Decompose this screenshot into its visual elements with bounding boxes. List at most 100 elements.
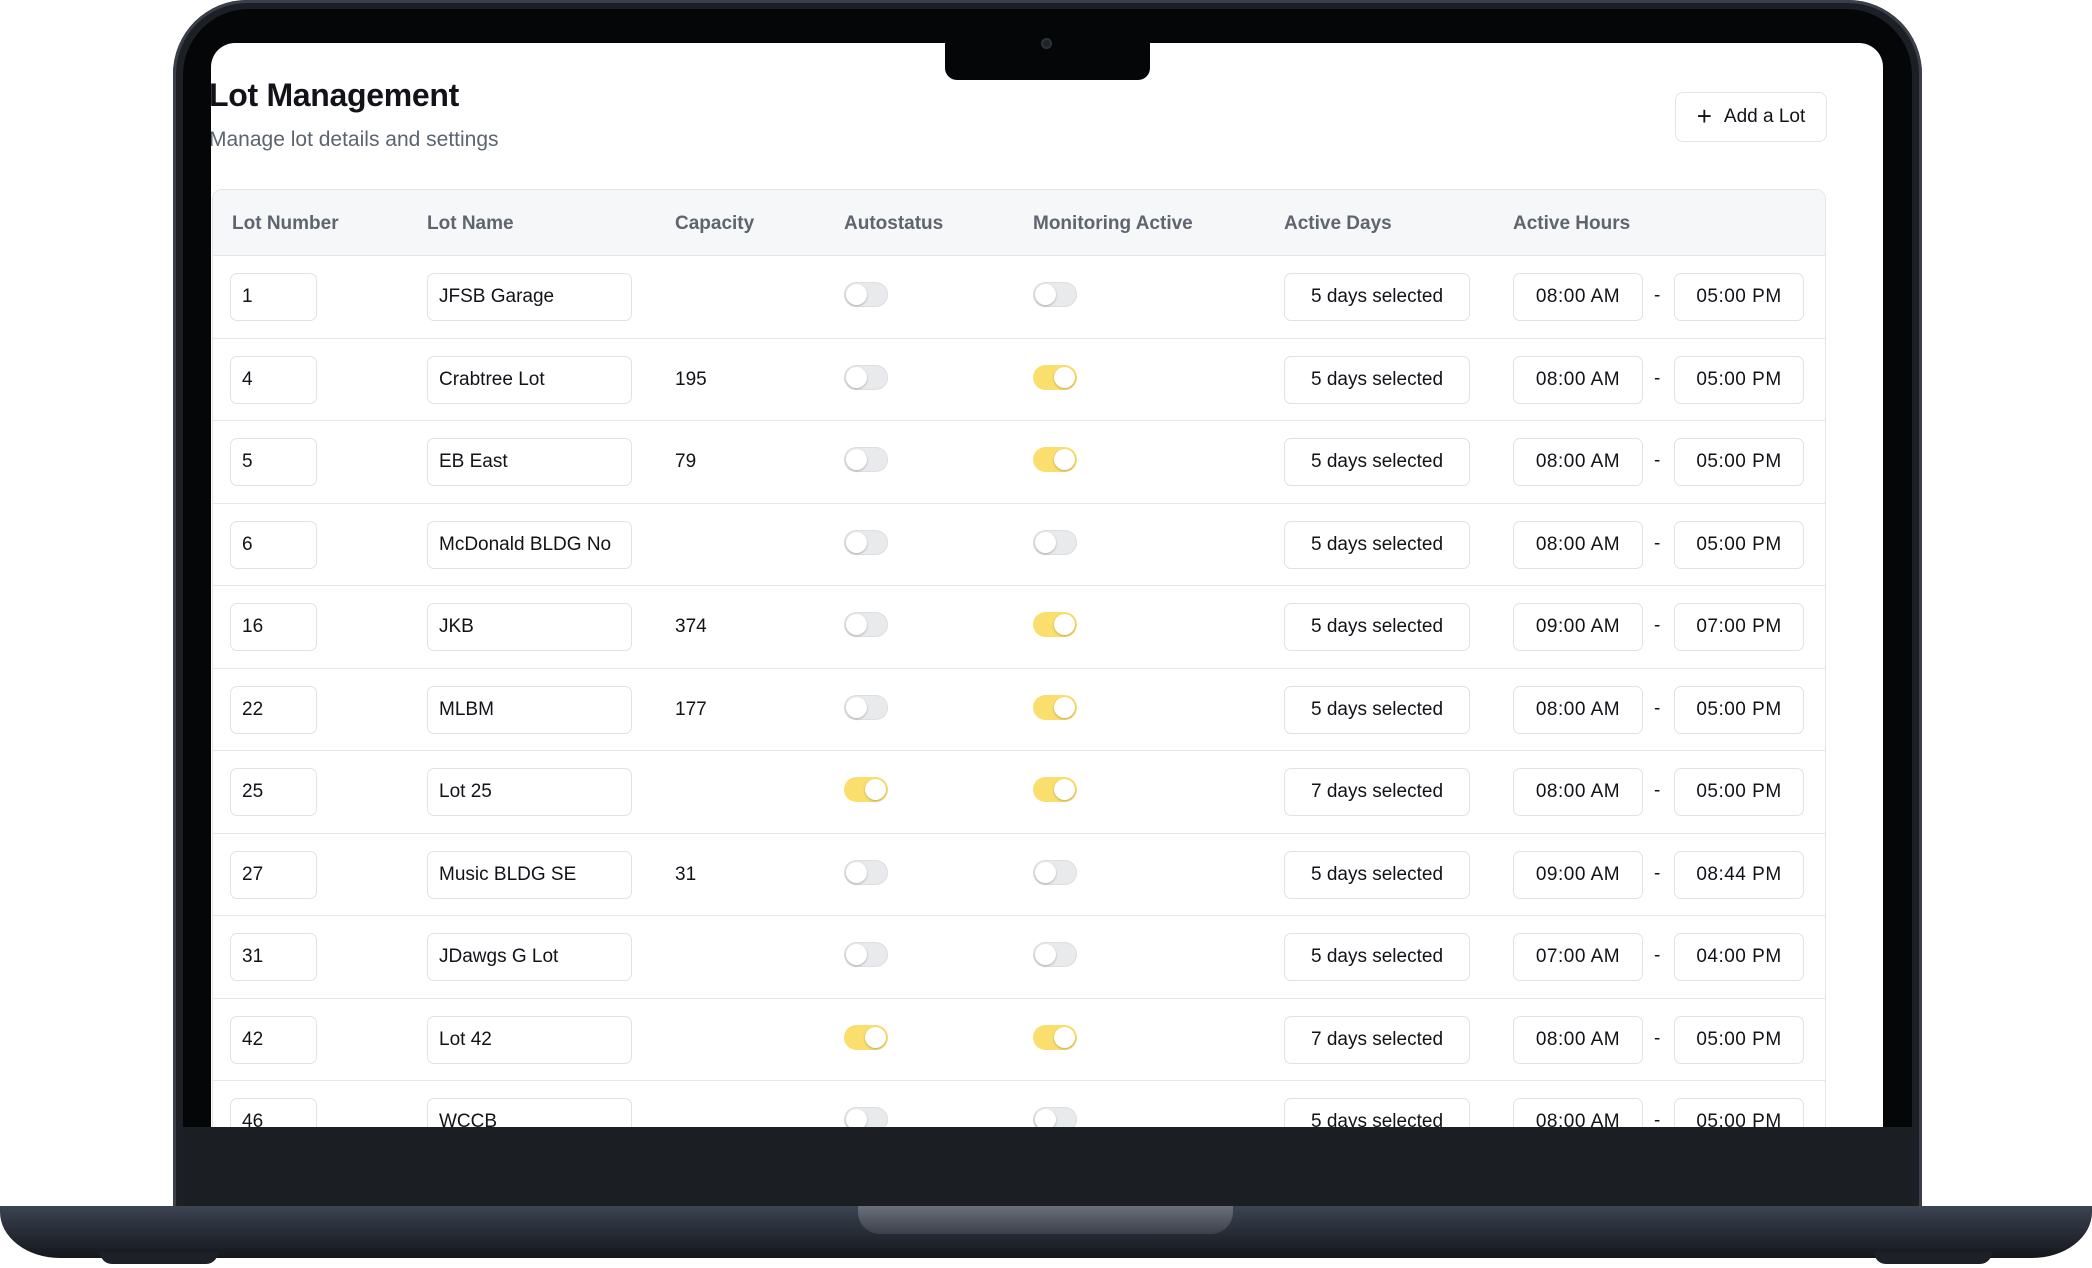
monitoring-toggle[interactable] [1033,282,1077,307]
start-time-input[interactable]: 07:00 AM [1513,933,1643,981]
hours-separator: - [1654,450,1661,471]
lot-number-input[interactable]: 4 [230,355,317,404]
camera-icon [1041,38,1052,49]
active-days-button[interactable]: 5 days selected [1284,1098,1470,1127]
lot-number-input[interactable]: 25 [230,768,317,816]
autostatus-toggle[interactable] [844,529,888,555]
page-subtitle: Manage lot details and settings [211,128,499,151]
lot-number-input[interactable]: 6 [230,520,317,569]
lot-name-input[interactable]: Music BLDG SE [427,850,632,899]
toggle-knob [846,614,867,635]
toggle-knob [846,284,867,305]
autostatus-toggle[interactable] [844,942,888,967]
autostatus-toggle[interactable] [844,1024,888,1050]
end-time-input[interactable]: 05:00 PM [1674,685,1804,734]
autostatus-toggle[interactable] [844,447,888,472]
lot-number-input[interactable]: 5 [230,438,317,486]
lot-number-input[interactable]: 31 [230,933,317,981]
lot-number-input[interactable]: 27 [230,850,317,899]
toggle-knob [1054,696,1075,718]
end-time-input[interactable]: 05:00 PM [1674,1015,1804,1064]
capacity-value: 31 [675,863,697,885]
monitoring-toggle[interactable] [1033,859,1077,885]
start-time-input[interactable]: 08:00 AM [1513,273,1643,321]
active-days-button[interactable]: 5 days selected [1284,603,1470,651]
header-autostatus: Autostatus [844,213,944,234]
active-days-button[interactable]: 7 days selected [1284,768,1470,816]
lot-name-input[interactable]: JDawgs G Lot [427,933,632,981]
active-days-button[interactable]: 7 days selected [1284,1015,1470,1064]
end-time-input[interactable]: 08:44 PM [1674,850,1804,899]
lot-name-input[interactable]: WCCB [427,1098,632,1127]
end-time-input[interactable]: 05:00 PM [1674,520,1804,569]
autostatus-toggle[interactable] [844,694,888,720]
plus-icon: + [1696,101,1712,131]
active-days-button[interactable]: 5 days selected [1284,355,1470,404]
start-time-input[interactable]: 09:00 AM [1513,603,1643,651]
lot-number-input[interactable]: 42 [230,1015,317,1064]
monitoring-toggle[interactable] [1033,1024,1077,1050]
start-time-input[interactable]: 08:00 AM [1513,1015,1643,1064]
lot-number-input[interactable]: 46 [230,1098,317,1127]
lot-name-input[interactable]: McDonald BLDG No [427,520,632,569]
end-time-input[interactable]: 05:00 PM [1674,1098,1804,1127]
active-days-button[interactable]: 5 days selected [1284,850,1470,899]
autostatus-toggle[interactable] [844,282,888,307]
monitoring-toggle[interactable] [1033,447,1077,472]
lot-number-input[interactable]: 16 [230,603,317,651]
lot-name-input[interactable]: Lot 25 [427,768,632,816]
active-days-button[interactable]: 5 days selected [1284,933,1470,981]
monitoring-toggle[interactable] [1033,777,1077,802]
toggle-knob [1035,284,1056,305]
end-time-input[interactable]: 05:00 PM [1674,438,1804,486]
monitoring-toggle[interactable] [1033,942,1077,967]
end-time-input[interactable]: 05:00 PM [1674,355,1804,404]
lot-name-input[interactable]: JFSB Garage [427,273,632,321]
lot-name-input[interactable]: EB East [427,438,632,486]
autostatus-toggle[interactable] [844,777,888,802]
start-time-input[interactable]: 08:00 AM [1513,685,1643,734]
end-time-input[interactable]: 05:00 PM [1674,273,1804,321]
monitoring-toggle[interactable] [1033,1107,1077,1127]
monitoring-toggle[interactable] [1033,694,1077,720]
lot-name-input[interactable]: MLBM [427,685,632,734]
lot-name-input[interactable]: Lot 42 [427,1015,632,1064]
table-row: 16 JKB 374 5 days selected 09:00 AM -07:00 PM [213,586,1825,669]
toggle-knob [1054,449,1075,470]
screen-chin [183,1127,1912,1210]
start-time-input[interactable]: 08:00 AM [1513,438,1643,486]
start-time-input[interactable]: 08:00 AM [1513,520,1643,569]
autostatus-toggle[interactable] [844,612,888,637]
lot-name-input[interactable]: Crabtree Lot [427,355,632,404]
active-days-button[interactable]: 5 days selected [1284,685,1470,734]
monitoring-toggle[interactable] [1033,529,1077,555]
add-lot-button[interactable]: + Add a Lot [1675,92,1827,142]
start-time-input[interactable]: 08:00 AM [1513,1098,1643,1127]
monitoring-toggle[interactable] [1033,364,1077,390]
active-days-button[interactable]: 5 days selected [1284,520,1470,569]
table-row: 5 EB East 79 5 days selected 08:00 AM -05:00 … [213,421,1825,504]
lot-name-input[interactable]: JKB [427,603,632,651]
autostatus-toggle[interactable] [844,1107,888,1127]
lot-number-input[interactable]: 22 [230,685,317,734]
hours-separator: - [1654,945,1661,966]
autostatus-toggle[interactable] [844,859,888,885]
lot-number-input[interactable]: 1 [230,273,317,321]
active-days-button[interactable]: 5 days selected [1284,438,1470,486]
end-time-input[interactable]: 05:00 PM [1674,768,1804,816]
header-capacity: Capacity [675,213,755,234]
start-time-input[interactable]: 09:00 AM [1513,850,1643,899]
monitoring-toggle[interactable] [1033,612,1077,637]
hours-separator: - [1654,780,1661,801]
capacity-value: 195 [675,368,707,390]
active-days-button[interactable]: 5 days selected [1284,273,1470,321]
end-time-input[interactable]: 07:00 PM [1674,603,1804,651]
start-time-input[interactable]: 08:00 AM [1513,768,1643,816]
toggle-knob [1054,779,1075,800]
end-time-input[interactable]: 04:00 PM [1674,933,1804,981]
table-row: 4 Crabtree Lot 195 5 days selected 08:00 AM -… [213,339,1825,421]
autostatus-toggle[interactable] [844,364,888,390]
toggle-knob [1054,1026,1075,1048]
table-row: 42 Lot 42 7 days selected 08:00 AM -05:00 PM [213,999,1825,1081]
start-time-input[interactable]: 08:00 AM [1513,355,1643,404]
